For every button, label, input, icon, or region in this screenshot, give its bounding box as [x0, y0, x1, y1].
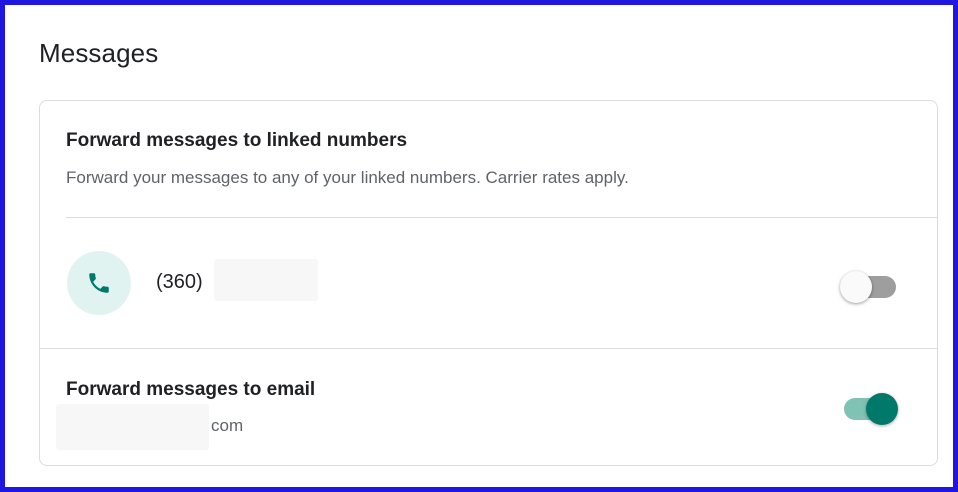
- divider: [40, 348, 937, 349]
- linked-phone-number: (360): [156, 271, 203, 293]
- toggle-thumb: [840, 271, 872, 303]
- messages-settings-card: Forward messages to linked numbers Forwa…: [39, 100, 938, 466]
- page-title: Messages: [39, 38, 159, 68]
- email-forward-title: Forward messages to email: [66, 379, 316, 400]
- screenshot-frame: Messages Forward messages to linked numb…: [0, 0, 958, 492]
- phone-avatar: [67, 251, 131, 315]
- divider: [66, 217, 937, 218]
- linked-number-forward-toggle[interactable]: [840, 266, 898, 303]
- redacted-email: [56, 404, 209, 450]
- phone-icon: [89, 273, 109, 293]
- toggle-thumb: [866, 393, 898, 425]
- email-address-suffix: com: [211, 416, 244, 435]
- redacted-phone-digits: [214, 259, 318, 301]
- email-forward-toggle[interactable]: [840, 388, 898, 425]
- linked-numbers-description: Forward your messages to any of your lin…: [66, 168, 629, 187]
- linked-numbers-title: Forward messages to linked numbers: [66, 130, 408, 151]
